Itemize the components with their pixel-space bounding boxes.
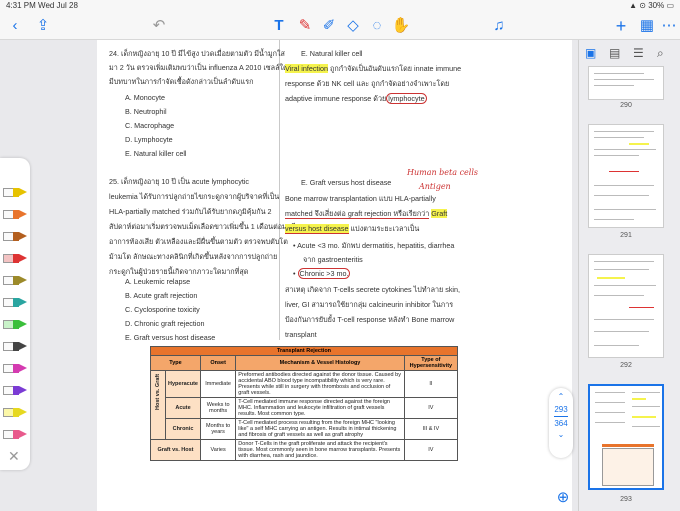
table-row: Chronic Months to years T-Cell mediated … (151, 418, 459, 440)
toolbar: ‹ ⇪ ↶ T ✎ ✐ ◇ ◌ ✋ ♫ + ▦ ⋯ (0, 12, 680, 40)
pen-purple[interactable] (3, 386, 27, 395)
table-header: Type of Hypersensitivity (403, 355, 459, 371)
status-time: 4:31 PM Wed Jul 28 (6, 1, 78, 10)
undo-icon[interactable]: ↶ (148, 16, 170, 36)
thumbnail-293-current[interactable] (588, 384, 664, 490)
pen-olive[interactable] (3, 276, 27, 285)
acute-bullet: • Acute <3 mo. มักพบ dermatitis, hepatit… (293, 241, 455, 250)
more-icon[interactable]: ⋯ (658, 16, 680, 36)
pen-icon[interactable]: ✎ (294, 16, 316, 36)
chevron-up-icon[interactable]: ⌃ (549, 392, 573, 401)
cause-line-4: transplant (285, 330, 317, 339)
pen-lemon[interactable] (3, 408, 27, 417)
text-tool-icon[interactable]: T (268, 16, 290, 36)
table-header: Onset (199, 355, 237, 371)
eraser-icon[interactable]: ◇ (342, 16, 364, 36)
bm-line-2: matched จึงเสี่ยงต่อ graft rejection หรื… (285, 209, 448, 219)
circled-lymphocyte: lymphocyte (386, 93, 427, 104)
transplant-table: Transplant Rejection Type Onset Mechanis… (150, 346, 459, 461)
q25-option: D. Chronic graft rejection (125, 319, 205, 328)
close-icon[interactable]: ✕ (8, 448, 20, 465)
pen-pink[interactable] (3, 430, 27, 439)
chevron-down-icon[interactable]: ⌄ (549, 430, 573, 439)
table-header: Mechanism & Vessel Histology (235, 355, 405, 371)
q25-option: E. Graft versus host disease (125, 333, 216, 342)
share-icon[interactable]: ⇪ (32, 16, 54, 36)
answer-e2: E. Graft versus host disease (301, 178, 392, 187)
table-header: Type (150, 355, 201, 371)
viral-line-3: adaptive immune response ด้วย lymphocyte (285, 93, 427, 104)
q25-option: A. Leukemic relapse (125, 277, 191, 286)
search-icon[interactable]: ⌕ (657, 46, 664, 61)
group-label: Host vs. Graft (150, 370, 166, 440)
table-row: Graft vs. Host Varies Donor T-Cells in t… (150, 439, 459, 461)
q24-option: C. Macrophage (125, 121, 175, 130)
pen-palette: ✕ (0, 158, 30, 470)
status-bar: 4:31 PM Wed Jul 28 ▲ ⊙ 30% ▭ (0, 0, 680, 12)
zoom-icon[interactable]: ⊕ (552, 488, 574, 508)
q24-option: E. Natural killer cell (125, 149, 187, 158)
bm-line-1: Bone marrow transplantation แบบ HLA-part… (285, 194, 436, 203)
pen-teal[interactable] (3, 298, 27, 307)
cause-line-2: liver, GI สามารถใช้ยากลุ่ม calcineurin i… (285, 300, 454, 309)
q24-text-2: มา 2 วัน ตรวจเพิ่มเติมพบว่าเป็น influenz… (109, 63, 288, 72)
q24-option: B. Neutrophil (125, 107, 167, 116)
thumbnail-sidebar: ▣ ▤ ☰ ⌕ 290 291 292 293 (578, 40, 680, 511)
q25-text-6: ม้ามโต ลักษณะทางคลินิกที่เกิดขึ้นหลังจาก… (109, 252, 278, 261)
thumbnail-291[interactable] (588, 124, 664, 228)
viral-line-2: response ด้วย NK cell และ ถูกกำจัดอย่างจ… (285, 79, 450, 88)
cause-line-3: ป้องกันการยับยั้ง T-cell response หลังทำ… (285, 315, 455, 324)
acute-bullet-2: จาก gastroenteritis (303, 255, 363, 264)
pen-green[interactable] (3, 320, 27, 329)
q25-option: B. Acute graft rejection (125, 291, 198, 300)
pen-dark[interactable] (3, 342, 27, 351)
pen-brown[interactable] (3, 232, 27, 241)
highlighter-icon[interactable]: ✐ (318, 16, 340, 36)
document-page[interactable]: 24. เด็กหญิงอายุ 10 ปี มีไข้สูง ปวดเมื่อ… (97, 40, 572, 511)
q24-option: A. Monocyte (125, 93, 165, 102)
cause-line-1: สาเหตุ เกิดจาก T-cells secrete cytokines… (285, 285, 461, 294)
q24-option: D. Lymphocyte (125, 135, 173, 144)
highlight-viral: Viral infection (285, 64, 329, 73)
q25-text-5: อาการท้องเสีย ตัวเหลืองและมีผื่นขึ้นตามต… (109, 237, 288, 246)
viral-line: Viral infection ถูกกำจัดเป็นอันดับแรกโดย… (285, 64, 462, 73)
q25-text-2: leukemia ได้รับการปลูกถ่ายไขกระดูกจากผู้… (109, 192, 280, 201)
q25-option: C. Cyclosporine toxicity (125, 305, 200, 314)
handwritten-note: Human beta cells (407, 168, 478, 177)
q24-text: 24. เด็กหญิงอายุ 10 ปี มีไข้สูง ปวดเมื่อ… (109, 49, 285, 58)
answer-e1: E. Natural killer cell (301, 49, 363, 58)
handwritten-note-2: Antigen (419, 182, 451, 191)
pages-icon[interactable]: ▣ (585, 46, 596, 60)
table-row: Acute Weeks to months T-Cell mediated im… (151, 397, 459, 419)
grid-icon[interactable]: ▦ (636, 16, 658, 36)
table-row: Host vs. Graft Hyperacute Immediate Pref… (150, 370, 459, 440)
bm-line-3: versus host disease แบ่งตามระยะเวลาเป็น (285, 224, 420, 234)
pen-magenta[interactable] (3, 364, 27, 373)
q25-text-7: กระดูกในผู้ป่วยรายนี้เกิดจากภาวะใดมากที่… (109, 267, 249, 276)
outline-icon[interactable]: ☰ (633, 46, 644, 60)
hand-icon[interactable]: ✋ (390, 16, 412, 36)
add-icon[interactable]: + (610, 16, 632, 36)
back-icon[interactable]: ‹ (4, 16, 26, 36)
thumbnail-292[interactable] (588, 254, 664, 358)
mic-icon[interactable]: ♫ (488, 16, 510, 36)
status-right: ▲ ⊙ 30% ▭ (629, 1, 674, 10)
bookmark-icon[interactable]: ▤ (609, 46, 620, 60)
q24-text-3: มีบทบาทในการกำจัดเชื้อดังกล่าวเป็นลำดับแ… (109, 77, 254, 86)
pen-yellow[interactable] (3, 188, 27, 197)
column-divider (279, 40, 280, 340)
lasso-icon[interactable]: ◌ (366, 16, 388, 36)
pen-red[interactable] (3, 254, 27, 263)
page-indicator[interactable]: ⌃ 293 364 ⌄ (549, 388, 573, 458)
q25-text-3: HLA-partially matched ร่วมกับได้รับยากดภ… (109, 207, 272, 216)
pen-orange[interactable] (3, 210, 27, 219)
chronic-bullet: • Chronic >3 mo. (293, 268, 351, 279)
q25-text-4: สัปดาห์ต่อมาเริ่มตรวจพบเม็ดเลือดขาวเพิ่ม… (109, 222, 296, 231)
table-title: Transplant Rejection (150, 346, 458, 356)
q25-text: 25. เด็กหญิงอายุ 10 ปี เป็น acute lympho… (109, 177, 250, 186)
thumbnail-290[interactable] (588, 66, 664, 100)
